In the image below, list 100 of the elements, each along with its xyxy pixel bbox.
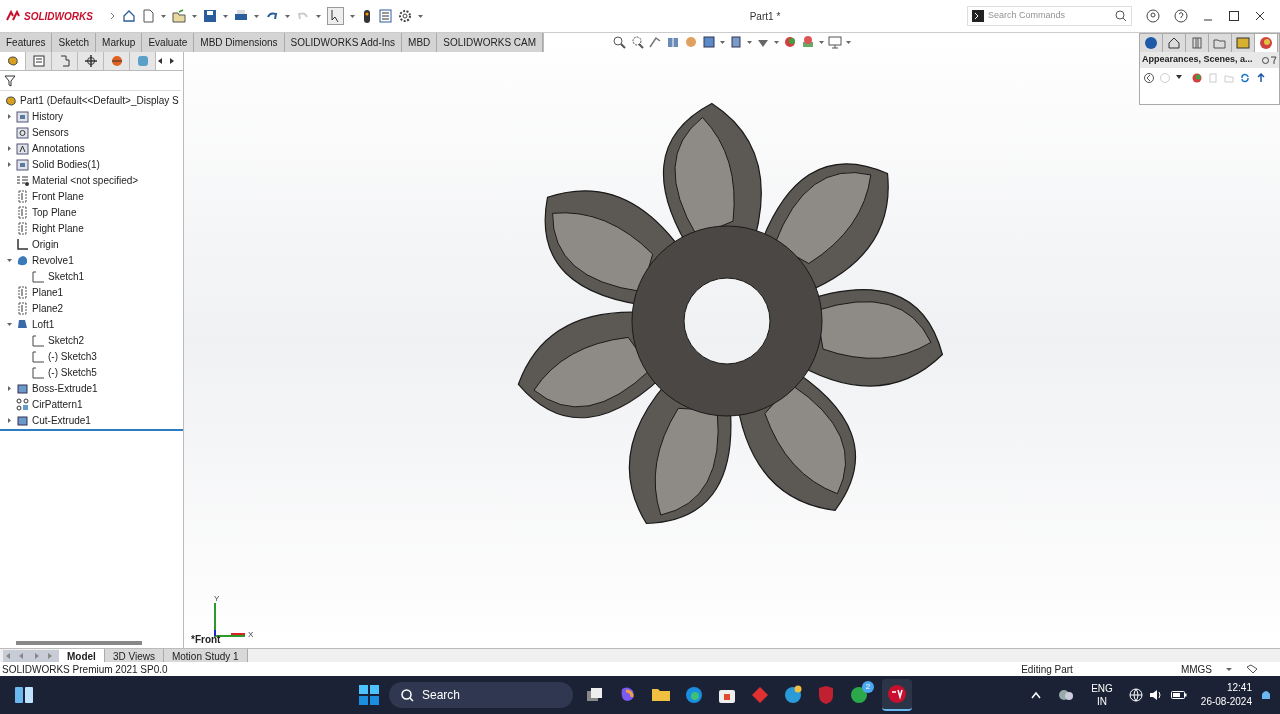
clock-time[interactable]: 12:41 (1226, 681, 1252, 695)
tree-item[interactable]: Sketch1 (48, 268, 85, 284)
command-tab[interactable]: MBD Dimensions (194, 33, 285, 52)
view-settings-icon[interactable] (828, 35, 842, 49)
print-icon[interactable] (234, 9, 248, 23)
bottom-tab[interactable]: 3D Views (104, 648, 164, 663)
command-tab[interactable]: MBD (402, 33, 438, 52)
up-arrow-icon[interactable] (1256, 73, 1266, 83)
caret-icon[interactable] (285, 14, 290, 18)
expand-caret-icon[interactable] (7, 257, 12, 263)
tree-item[interactable]: Sketch2 (48, 332, 85, 348)
units-selector[interactable]: MMGS (1180, 661, 1212, 677)
caret-icon[interactable] (192, 14, 197, 18)
help-app-icon[interactable] (783, 685, 803, 705)
caret-icon[interactable] (1226, 666, 1232, 672)
property-manager-icon[interactable] (31, 53, 46, 68)
appearance-icon[interactable] (1259, 36, 1273, 50)
refresh-icon[interactable] (1240, 73, 1250, 83)
clock-date[interactable]: 26-08-2024 (1200, 695, 1252, 709)
caret-icon[interactable] (720, 40, 725, 44)
caret-icon[interactable] (747, 40, 752, 44)
tree-item[interactable]: History (32, 108, 64, 124)
command-tab[interactable]: SOLIDWORKS CAM (437, 33, 544, 52)
tree-item[interactable]: (-) Sketch3 (48, 348, 97, 364)
tree-item[interactable]: Part1 (Default<<Default>_Display S (20, 92, 179, 108)
zoom-to-fit-icon[interactable] (612, 35, 626, 49)
command-tab[interactable]: Markup (96, 33, 143, 52)
view-orientation-icon[interactable] (702, 35, 716, 49)
command-tab[interactable]: SOLIDWORKS Add-Ins (284, 33, 403, 52)
expand-caret-icon[interactable] (7, 161, 12, 167)
bottom-tab[interactable]: Motion Study 1 (163, 648, 248, 663)
speaker-icon[interactable] (1148, 688, 1163, 702)
scrollbar[interactable] (16, 641, 142, 645)
folder-icon[interactable] (1213, 36, 1227, 50)
expand-caret-icon[interactable] (7, 417, 12, 423)
chevron-up-icon[interactable] (1031, 691, 1042, 699)
caret-right-icon[interactable] (110, 12, 116, 20)
windows-start-icon[interactable] (359, 685, 379, 705)
user-icon[interactable] (1146, 9, 1160, 23)
caret-icon[interactable] (418, 14, 423, 18)
library-icon[interactable] (1190, 36, 1204, 50)
appearance-icon[interactable] (1192, 73, 1202, 83)
caret-icon[interactable] (316, 14, 321, 18)
tree-item[interactable]: Plane1 (32, 284, 64, 300)
tree-item[interactable]: Cut-Extrude1 (32, 412, 91, 428)
zoom-area-icon[interactable] (630, 35, 644, 49)
options-list-icon[interactable] (379, 9, 392, 23)
tree-item[interactable]: Boss-Extrude1 (32, 380, 98, 396)
search-field[interactable]: Search Commands (988, 9, 1111, 23)
select-cursor-icon[interactable] (327, 7, 344, 25)
taskbar-search[interactable]: Search (389, 682, 573, 708)
tree-item[interactable]: (-) Sketch5 (48, 364, 97, 380)
back-icon[interactable] (1144, 73, 1154, 83)
expand-caret-icon[interactable] (7, 385, 12, 391)
tree-item[interactable]: Plane2 (32, 300, 64, 316)
shield-app-icon[interactable] (816, 685, 836, 705)
display-manager-icon[interactable] (109, 53, 124, 68)
caret-icon[interactable] (254, 14, 259, 18)
weather-icon[interactable] (1058, 689, 1075, 701)
search-icon[interactable] (1115, 10, 1127, 22)
tree-item[interactable]: Material <not specified> (32, 172, 139, 188)
caret-icon[interactable] (350, 14, 355, 18)
tree-item[interactable]: Sensors (32, 124, 69, 140)
command-tab[interactable]: Evaluate (142, 33, 195, 52)
close-icon[interactable] (1254, 10, 1266, 22)
save-icon[interactable] (203, 9, 217, 23)
tree-item[interactable]: Front Plane (32, 188, 84, 204)
scroll-right-icon[interactable] (168, 56, 176, 65)
caret-icon[interactable] (161, 14, 166, 18)
new-document-icon[interactable] (142, 9, 155, 23)
caret-icon[interactable] (223, 14, 228, 18)
section-view-icon[interactable] (666, 35, 680, 49)
tag-icon[interactable] (1246, 664, 1258, 674)
maximize-icon[interactable] (1228, 10, 1240, 22)
view-palette-icon[interactable] (1236, 36, 1250, 50)
expand-caret-icon[interactable] (7, 113, 12, 119)
region-indicator[interactable]: IN (1097, 695, 1107, 708)
tree-item[interactable]: Revolve1 (32, 252, 74, 268)
tree-item[interactable]: Solid Bodies(1) (32, 156, 100, 172)
command-tab[interactable]: Features (0, 33, 53, 52)
edit-appearance-icon[interactable] (783, 35, 797, 49)
traffic-light-icon[interactable] (361, 8, 373, 24)
widgets-icon[interactable] (15, 687, 33, 703)
edge-browser-icon[interactable] (684, 685, 704, 705)
bottom-tab[interactable]: Model (59, 648, 105, 663)
command-tab[interactable]: Sketch (52, 33, 97, 52)
expand-caret-icon[interactable] (7, 321, 12, 327)
tree-item[interactable]: Loft1 (32, 316, 55, 332)
feature-manager-icon[interactable] (5, 53, 20, 68)
home-icon[interactable] (1167, 36, 1181, 50)
tree-item[interactable]: Annotations (32, 140, 85, 156)
tree-item[interactable]: Top Plane (32, 204, 77, 220)
caret-icon[interactable] (819, 40, 824, 44)
search-box[interactable]: Search Commands (967, 6, 1132, 26)
filter-icon[interactable] (4, 74, 16, 87)
expand-caret-icon[interactable] (7, 145, 12, 151)
home-icon[interactable] (122, 9, 136, 23)
chat-app-icon[interactable] (849, 685, 869, 705)
language-indicator[interactable]: ENG (1091, 682, 1113, 695)
tree-item[interactable]: Origin (32, 236, 59, 252)
